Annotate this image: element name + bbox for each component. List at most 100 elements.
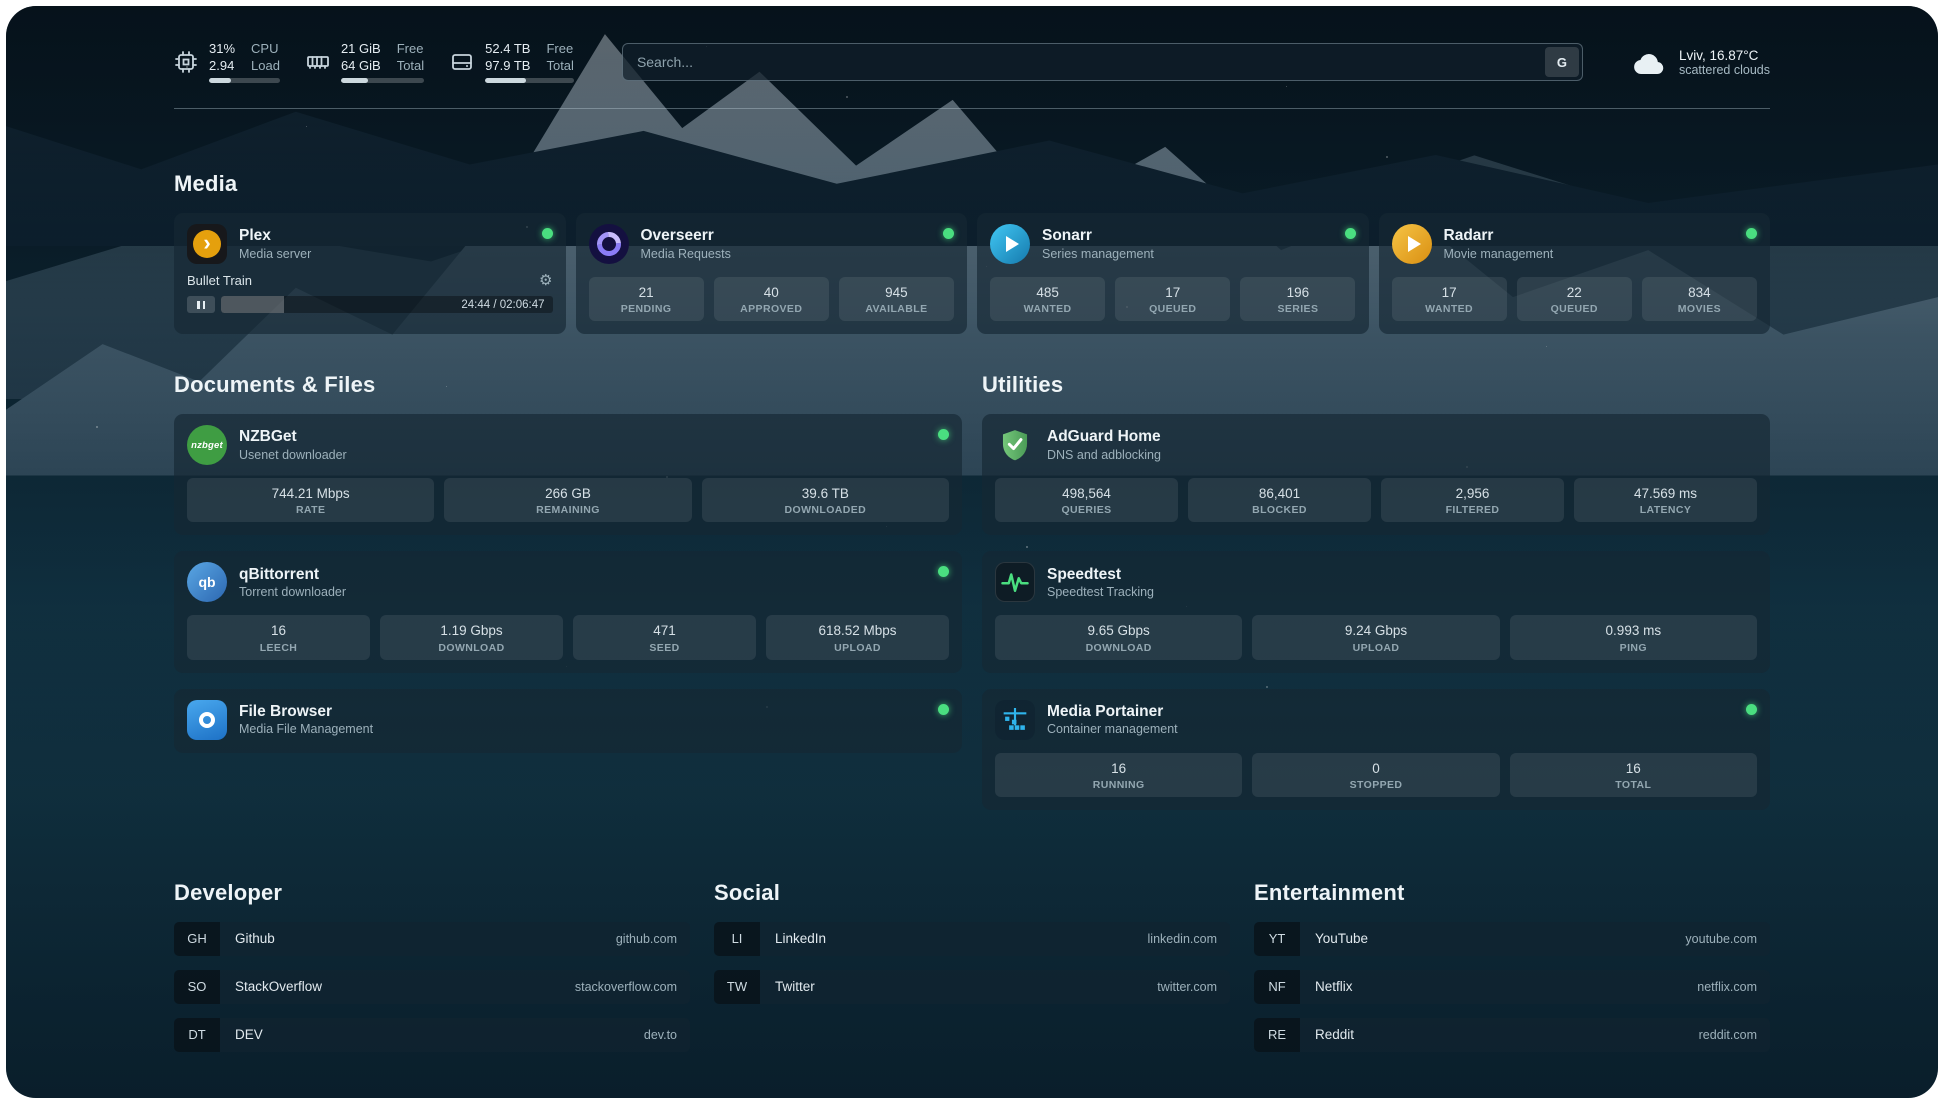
stat-block: 744.21 Mbps RATE: [187, 478, 434, 522]
stat-block: 266 GB REMAINING: [444, 478, 691, 522]
playback-time: 24:44 / 02:06:47: [461, 299, 544, 311]
status-dot: [938, 704, 949, 715]
stat-block: 196 SERIES: [1240, 277, 1355, 321]
memory-label-2: Total: [397, 58, 424, 75]
service-subtitle: DNS and adblocking: [1047, 447, 1161, 463]
section-title-entertainment: Entertainment: [1254, 880, 1770, 906]
stat-block: 47.569 ms LATENCY: [1574, 478, 1757, 522]
service-card-sonarr[interactable]: Sonarr Series management 485 WANTED 17 Q…: [977, 213, 1369, 334]
bookmark-abbr: NF: [1254, 970, 1300, 1004]
stat-block: 17 QUEUED: [1115, 277, 1230, 321]
bookmark-youtube[interactable]: YT YouTube youtube.com: [1254, 922, 1770, 956]
memory-value-2: 64 GiB: [341, 58, 381, 75]
service-title: Speedtest: [1047, 565, 1154, 584]
status-dot: [938, 566, 949, 577]
bookmark-twitter[interactable]: TW Twitter twitter.com: [714, 970, 1230, 1004]
disk-widget: 52.4 TB Free 97.9 TB Total: [450, 41, 574, 84]
cloud-icon: [1631, 47, 1667, 77]
stat-block: 21 PENDING: [589, 277, 704, 321]
service-card-plex[interactable]: › Plex Media server Bullet Train ⚙: [174, 213, 566, 334]
filebrowser-icon: [187, 700, 227, 740]
stat-block: 0.993 ms PING: [1510, 615, 1757, 659]
bookmark-url: linkedin.com: [1148, 932, 1230, 946]
search-bar: G: [622, 43, 1583, 81]
now-playing-title: Bullet Train: [187, 273, 252, 288]
status-dot: [1746, 704, 1757, 715]
status-dot: [1746, 228, 1757, 239]
service-title: Plex: [239, 226, 311, 245]
bookmark-dev[interactable]: DT DEV dev.to: [174, 1018, 690, 1052]
memory-progress-bar: [341, 78, 424, 83]
bookmark-url: twitter.com: [1157, 980, 1230, 994]
disk-icon: [450, 50, 474, 74]
search-provider-button[interactable]: G: [1545, 47, 1579, 77]
status-dot: [938, 429, 949, 440]
service-title: Media Portainer: [1047, 702, 1178, 721]
section-utilities: Utilities: [982, 372, 1770, 810]
stat-block: 86,401 BLOCKED: [1188, 478, 1371, 522]
bookmark-label: Netflix: [1315, 979, 1353, 994]
plex-icon: ›: [187, 224, 227, 264]
status-dot: [943, 228, 954, 239]
service-card-nzbget[interactable]: nzbget NZBGet Usenet downloader 744.21 M…: [174, 414, 962, 535]
bookmark-github[interactable]: GH Github github.com: [174, 922, 690, 956]
service-card-speedtest[interactable]: Speedtest Speedtest Tracking 9.65 Gbps D…: [982, 551, 1770, 672]
disk-value-2: 97.9 TB: [485, 58, 530, 75]
service-subtitle: Media Requests: [641, 246, 731, 262]
service-card-adguard[interactable]: AdGuard Home DNS and adblocking 498,564 …: [982, 414, 1770, 535]
memory-label-1: Free: [397, 41, 424, 58]
service-card-portainer[interactable]: Media Portainer Container management 16 …: [982, 689, 1770, 810]
section-title-developer: Developer: [174, 880, 690, 906]
cpu-progress-bar: [209, 78, 280, 83]
bookmark-abbr: YT: [1254, 922, 1300, 956]
service-title: Sonarr: [1042, 226, 1154, 245]
qbittorrent-icon: qb: [187, 562, 227, 602]
speedtest-icon: [995, 562, 1035, 602]
search-input[interactable]: [622, 43, 1583, 81]
bookmark-linkedin[interactable]: LI LinkedIn linkedin.com: [714, 922, 1230, 956]
service-card-qbittorrent[interactable]: qb qBittorrent Torrent downloader 16 LEE…: [174, 551, 962, 672]
stat-block: 834 MOVIES: [1642, 277, 1757, 321]
service-title: qBittorrent: [239, 565, 346, 584]
dashboard-window: 31% CPU 2.94 Load: [6, 6, 1938, 1098]
sonarr-icon: [990, 224, 1030, 264]
cpu-label-1: CPU: [251, 41, 280, 58]
stat-block: 471 SEED: [573, 615, 756, 659]
bookmark-label: LinkedIn: [775, 931, 826, 946]
cpu-icon: [174, 50, 198, 74]
bookmark-stackoverflow[interactable]: SO StackOverflow stackoverflow.com: [174, 970, 690, 1004]
bookmark-label: Github: [235, 931, 275, 946]
bookmark-reddit[interactable]: RE Reddit reddit.com: [1254, 1018, 1770, 1052]
bookmark-netflix[interactable]: NF Netflix netflix.com: [1254, 970, 1770, 1004]
bookmark-label: DEV: [235, 1027, 263, 1042]
service-subtitle: Media File Management: [239, 721, 373, 737]
service-subtitle: Speedtest Tracking: [1047, 584, 1154, 600]
memory-value-1: 21 GiB: [341, 41, 381, 58]
service-card-radarr[interactable]: Radarr Movie management 17 WANTED 22 QUE…: [1379, 213, 1771, 334]
stat-block: 39.6 TB DOWNLOADED: [702, 478, 949, 522]
cpu-widget: 31% CPU 2.94 Load: [174, 41, 280, 84]
service-subtitle: Torrent downloader: [239, 584, 346, 600]
portainer-icon: [995, 700, 1035, 740]
bookmark-label: StackOverflow: [235, 979, 322, 994]
stat-block: 9.24 Gbps UPLOAD: [1252, 615, 1499, 659]
stat-block: 0 STOPPED: [1252, 753, 1499, 797]
service-subtitle: Series management: [1042, 246, 1154, 262]
service-card-filebrowser[interactable]: File Browser Media File Management: [174, 689, 962, 753]
disk-label-2: Total: [546, 58, 573, 75]
cpu-value-1: 31%: [209, 41, 235, 58]
memory-icon: [306, 50, 330, 74]
stat-block: 16 RUNNING: [995, 753, 1242, 797]
status-dot: [1345, 228, 1356, 239]
service-card-overseerr[interactable]: Overseerr Media Requests 21 PENDING 40 A…: [576, 213, 968, 334]
bookmark-group-developer: Developer GH Github github.com SO StackO…: [174, 880, 690, 1066]
section-title-documents: Documents & Files: [174, 372, 962, 398]
playback-progress-track[interactable]: 24:44 / 02:06:47: [221, 296, 553, 313]
radarr-icon: [1392, 224, 1432, 264]
bookmark-url: youtube.com: [1685, 932, 1770, 946]
bookmark-abbr: TW: [714, 970, 760, 1004]
pause-button[interactable]: [187, 296, 215, 313]
bookmark-url: dev.to: [644, 1028, 690, 1042]
stat-block: 16 TOTAL: [1510, 753, 1757, 797]
gear-icon[interactable]: ⚙: [539, 273, 552, 288]
